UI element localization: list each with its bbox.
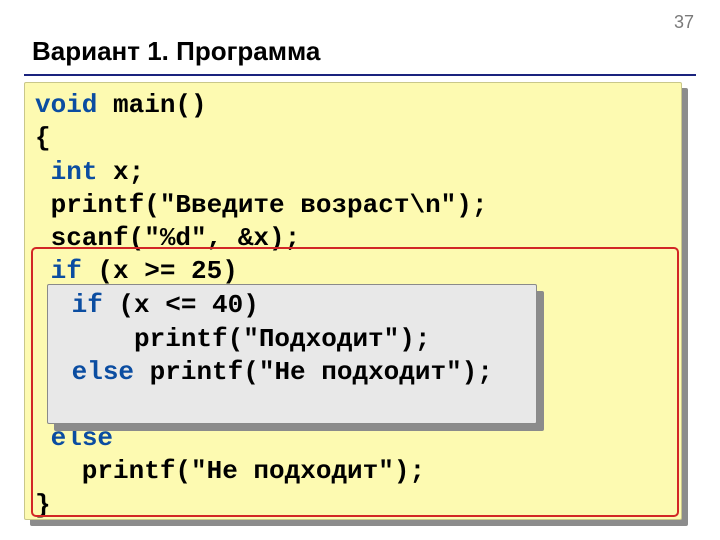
code-text [35,157,51,187]
code-text [35,423,51,453]
kw-if: if [51,256,82,286]
code-text: printf("Введите возраст\n"); [35,190,487,220]
code-text [35,256,51,286]
code-text: printf("Подходит"); [56,324,430,354]
code-text: { [35,123,51,153]
slide-title: Вариант 1. Программа [32,36,320,67]
slide: 37 Вариант 1. Программа void main() { in… [0,0,720,540]
code-text: printf("Не подходит"); [134,357,493,387]
title-underline [24,74,696,76]
kw-else: else [72,357,134,387]
kw-int: int [51,157,98,187]
code-text [56,290,72,320]
code-text: scanf("%d", &x); [35,223,300,253]
inner-code-box: if (x <= 40) printf("Подходит"); else pr… [47,284,537,424]
code-text [56,357,72,387]
code-text: (x <= 40) [103,290,259,320]
code-inner: if (x <= 40) printf("Подходит"); else pr… [56,289,528,390]
code-text: main() [97,90,206,120]
page-number: 37 [674,12,694,33]
code-text: printf("Не подходит"); [35,456,425,486]
kw-if: if [72,290,103,320]
code-text: (x >= 25) [82,256,238,286]
code-text: x; [97,157,144,187]
code-text: } [35,490,51,520]
kw-void: void [35,90,97,120]
